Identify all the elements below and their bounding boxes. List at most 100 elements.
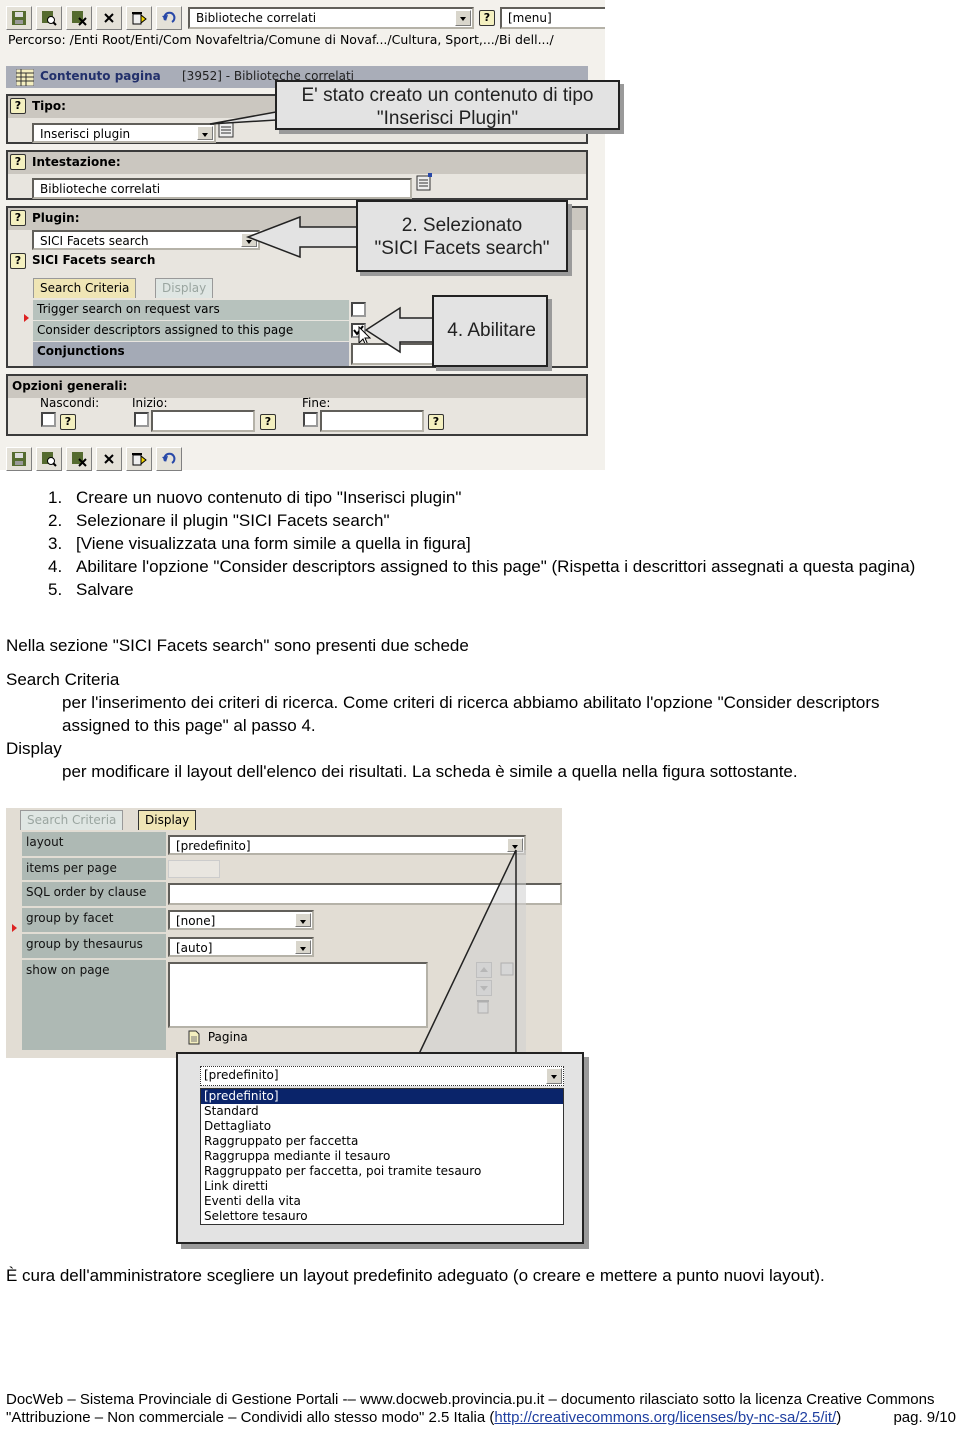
- save-close-button-bottom[interactable]: [66, 447, 92, 471]
- step-number: 4.: [48, 557, 63, 576]
- close-button-bottom[interactable]: [96, 447, 122, 471]
- page-select-value: Biblioteche correlati: [196, 11, 317, 25]
- preview-icon: [42, 11, 57, 26]
- undo-button-bottom[interactable]: [156, 447, 182, 471]
- chevron-down-icon[interactable]: [455, 10, 471, 26]
- table-icon: [16, 69, 34, 86]
- definition-desc: per l'inserimento dei criteri di ricerca…: [62, 693, 880, 735]
- tab-display[interactable]: Display: [138, 810, 197, 830]
- page-footer: DocWeb – Sistema Provinciale di Gestione…: [6, 1391, 956, 1427]
- callout-created-line1: E' stato creato un contenuto di tipo: [301, 85, 594, 106]
- dropdown-option-selected[interactable]: [predefinito]: [201, 1089, 563, 1104]
- inizio-checkbox[interactable]: [134, 412, 149, 427]
- save-close-icon: [72, 11, 87, 26]
- group-by-thesaurus-value: [auto]: [176, 941, 213, 955]
- page-item[interactable]: Pagina: [188, 1030, 248, 1045]
- plugin-label: Plugin:: [32, 211, 80, 225]
- step-text: Selezionare il plugin "SICI Facets searc…: [76, 511, 390, 530]
- preview-button-bottom[interactable]: [36, 447, 62, 471]
- help-icon[interactable]: ?: [10, 253, 26, 269]
- preview-button[interactable]: [36, 6, 62, 30]
- field-label-group-by-thesaurus: group by thesaurus: [22, 934, 166, 958]
- plugin-select[interactable]: SICI Facets search: [32, 230, 260, 250]
- layout-dropdown-zoom: [predefinito] [predefinito] Standard Det…: [176, 1052, 584, 1244]
- preview-icon: [42, 452, 57, 467]
- dropdown-option[interactable]: Standard: [201, 1104, 563, 1119]
- undo-button[interactable]: [156, 6, 182, 30]
- help-icon[interactable]: ?: [260, 414, 276, 430]
- fine-input[interactable]: [320, 410, 424, 432]
- intestazione-panel: ? Intestazione: Biblioteche correlati: [6, 150, 588, 200]
- callout-pointer-4: [364, 306, 435, 354]
- help-icon[interactable]: ?: [479, 10, 495, 26]
- save-button[interactable]: [6, 6, 32, 30]
- plugin-section-title-text: SICI Facets search: [32, 253, 156, 267]
- tab-display[interactable]: Display: [155, 278, 214, 298]
- chevron-down-icon[interactable]: [295, 940, 311, 954]
- criteria-label-conjunctions: Conjunctions: [33, 342, 349, 366]
- general-options-panel: Opzioni generali: Nascondi: Inizio: Fine…: [6, 374, 588, 436]
- breadcrumb: Percorso: /Enti Root/Enti/Com Novafeltri…: [8, 32, 554, 47]
- zoom-connector: [417, 849, 526, 1057]
- definition-term: Search Criteria: [6, 670, 120, 689]
- plugin-form-screenshot: Biblioteche correlati ? [menu] Percorso:…: [0, 0, 620, 471]
- step-item: 2. Selezionare il plugin "SICI Facets sea…: [48, 509, 948, 532]
- edit-properties-icon[interactable]: [416, 173, 434, 191]
- delete-icon: [132, 453, 147, 466]
- nascondi-checkbox[interactable]: [41, 412, 56, 427]
- general-options-title: Opzioni generali:: [8, 376, 586, 398]
- dropdown-option[interactable]: Eventi della vita: [201, 1194, 563, 1209]
- criteria-label-trigger: Trigger search on request vars: [33, 300, 349, 320]
- save-button-bottom[interactable]: [6, 447, 32, 471]
- layout-dropdown-select[interactable]: [predefinito]: [200, 1066, 564, 1086]
- help-icon[interactable]: ?: [60, 414, 76, 430]
- help-icon[interactable]: ?: [10, 210, 26, 226]
- save-close-button[interactable]: [66, 6, 92, 30]
- tab-search-criteria[interactable]: Search Criteria: [20, 810, 124, 830]
- menu-select-value: [menu]: [508, 11, 552, 25]
- chevron-down-icon[interactable]: [546, 1068, 562, 1084]
- step-item: 4. Abilitare l'opzione "Consider descript…: [48, 555, 923, 578]
- step-number: 5.: [48, 580, 63, 599]
- display-tab-screenshot: Search Criteria Display layout [predefin…: [6, 808, 562, 1058]
- chevron-down-icon[interactable]: [295, 913, 311, 927]
- definitions-list: Search Criteria per l'inserimento dei cr…: [6, 668, 946, 783]
- delete-button-bottom[interactable]: [126, 447, 152, 471]
- dropdown-option[interactable]: Selettore tesauro: [201, 1209, 563, 1224]
- tipo-select[interactable]: Inserisci plugin: [32, 123, 216, 143]
- dropdown-option[interactable]: Link diretti: [201, 1179, 563, 1194]
- show-on-page-list[interactable]: [168, 962, 428, 1028]
- page-item-label: Pagina: [207, 1030, 248, 1044]
- step-item: 1. Creare un nuovo contenuto di tipo "Ins…: [48, 486, 948, 509]
- delete-button[interactable]: [126, 6, 152, 30]
- menu-select[interactable]: [menu]: [500, 7, 605, 29]
- page-select[interactable]: Biblioteche correlati: [188, 7, 474, 29]
- dropdown-option[interactable]: Raggruppato per faccetta, poi tramite te…: [201, 1164, 563, 1179]
- step-text: Creare un nuovo contenuto di tipo "Inser…: [76, 488, 462, 507]
- dropdown-option[interactable]: Dettagliato: [201, 1119, 563, 1134]
- layout-value: [predefinito]: [176, 839, 251, 853]
- field-label-sql-order: SQL order by clause: [22, 882, 166, 906]
- dropdown-option[interactable]: Raggruppato per faccetta: [201, 1134, 563, 1149]
- help-icon[interactable]: ?: [10, 98, 26, 114]
- fine-checkbox[interactable]: [303, 412, 318, 427]
- current-row-marker-icon: [24, 314, 29, 322]
- intestazione-input[interactable]: Biblioteche correlati: [32, 178, 412, 199]
- close-button[interactable]: [96, 6, 122, 30]
- intro-paragraph: Nella sezione "SICI Facets search" sono …: [6, 636, 469, 655]
- plugin-value: SICI Facets search: [40, 234, 149, 248]
- group-by-facet-select[interactable]: [none]: [168, 910, 314, 930]
- criteria-label-consider: Consider descriptors assigned to this pa…: [33, 321, 349, 341]
- dropdown-option[interactable]: Raggruppa mediante il tesauro: [201, 1149, 563, 1164]
- items-per-page-input[interactable]: [168, 860, 220, 878]
- current-row-marker-icon: [12, 924, 17, 932]
- help-icon[interactable]: ?: [428, 414, 444, 430]
- help-icon[interactable]: ?: [10, 154, 26, 170]
- step-text: [Viene visualizzata una form simile a qu…: [76, 534, 471, 553]
- group-by-thesaurus-select[interactable]: [auto]: [168, 937, 314, 957]
- tab-search-criteria[interactable]: Search Criteria: [33, 278, 137, 298]
- step-number: 3.: [48, 534, 63, 553]
- callout-pointer-2: [245, 215, 358, 259]
- inizio-input[interactable]: [151, 410, 255, 432]
- license-link[interactable]: http://creativecommons.org/licenses/by-n…: [494, 1409, 836, 1426]
